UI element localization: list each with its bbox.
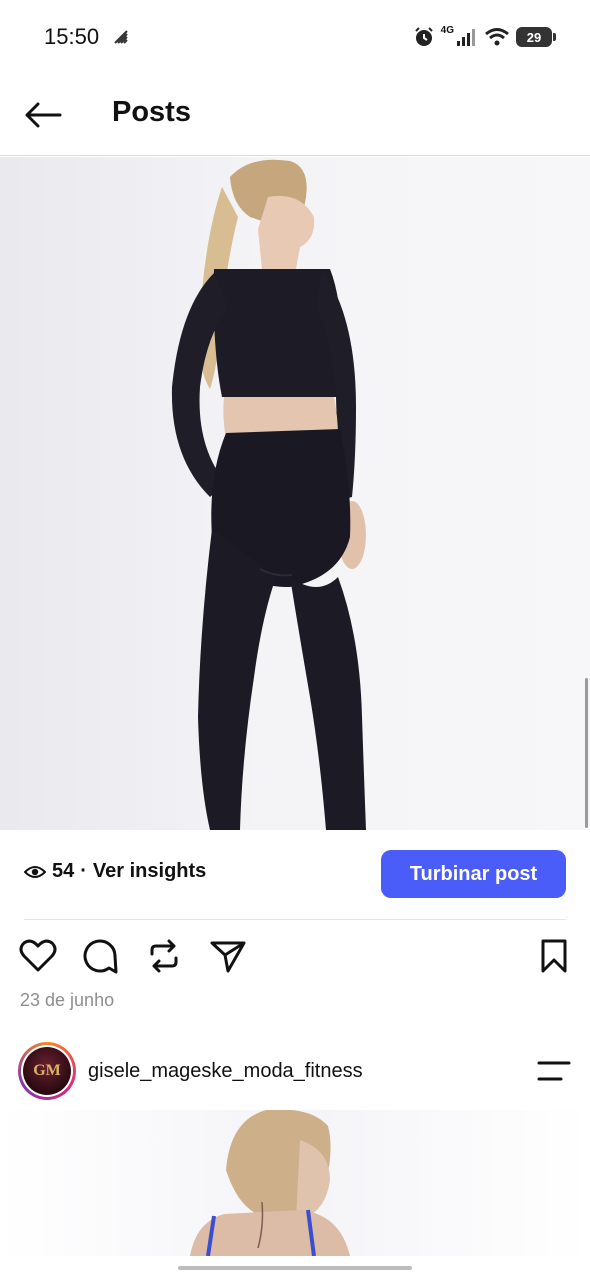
eye-icon (24, 865, 46, 878)
save-button[interactable] (534, 936, 574, 976)
comment-button[interactable] (80, 936, 120, 976)
post-author-row: GM gisele_mageske_moda_fitness (0, 1040, 590, 1104)
back-button[interactable] (22, 94, 64, 136)
separator-dot: · (80, 860, 87, 882)
notification-icon (114, 30, 128, 44)
divider (24, 919, 566, 920)
repost-button[interactable] (144, 936, 184, 976)
top-bar: Posts (0, 72, 590, 156)
network-type: 4G (440, 24, 454, 36)
insights-row: 54 · Ver insights Turbinar post (0, 830, 590, 920)
post-photo (171, 159, 366, 830)
battery-level: 29 (526, 29, 542, 45)
share-icon (210, 941, 246, 973)
insights-link[interactable]: 54 · Ver insights (24, 860, 206, 883)
status-icons: 4G 29 (413, 24, 556, 50)
home-indicator[interactable] (178, 1266, 412, 1270)
avatar-logo: GM (23, 1047, 71, 1095)
insights-label: Ver insights (92, 860, 207, 882)
comment-icon (83, 939, 118, 974)
menu-icon (537, 1061, 571, 1081)
author-username[interactable]: gisele_mageske_moda_fitness (88, 1060, 363, 1083)
bookmark-icon (541, 939, 567, 973)
wifi-icon (485, 28, 509, 46)
battery-indicator: 29 (516, 27, 556, 47)
signal-icon (457, 29, 475, 46)
post-actions (0, 930, 590, 984)
boost-post-button[interactable]: Turbinar post (381, 850, 566, 898)
scroll-indicator[interactable] (585, 678, 588, 828)
next-post-photo (190, 1110, 350, 1256)
status-bar: 15:50 4G 29 (0, 0, 590, 72)
alarm-icon (414, 27, 433, 46)
avatar[interactable]: GM (18, 1042, 76, 1100)
post-date: 23 de junho (20, 990, 115, 1010)
share-button[interactable] (208, 936, 248, 976)
post-menu-button[interactable] (534, 1054, 574, 1088)
avatar-ring: GM (21, 1045, 73, 1097)
back-arrow-icon (25, 102, 62, 128)
view-count: 54 (52, 860, 75, 882)
post-image[interactable] (0, 157, 590, 830)
next-post-image[interactable] (0, 1110, 590, 1256)
like-button[interactable] (18, 936, 58, 976)
repost-icon (150, 939, 178, 973)
heart-icon (19, 939, 57, 972)
page-title: Posts (112, 96, 191, 128)
status-time: 15:50 (44, 24, 100, 49)
